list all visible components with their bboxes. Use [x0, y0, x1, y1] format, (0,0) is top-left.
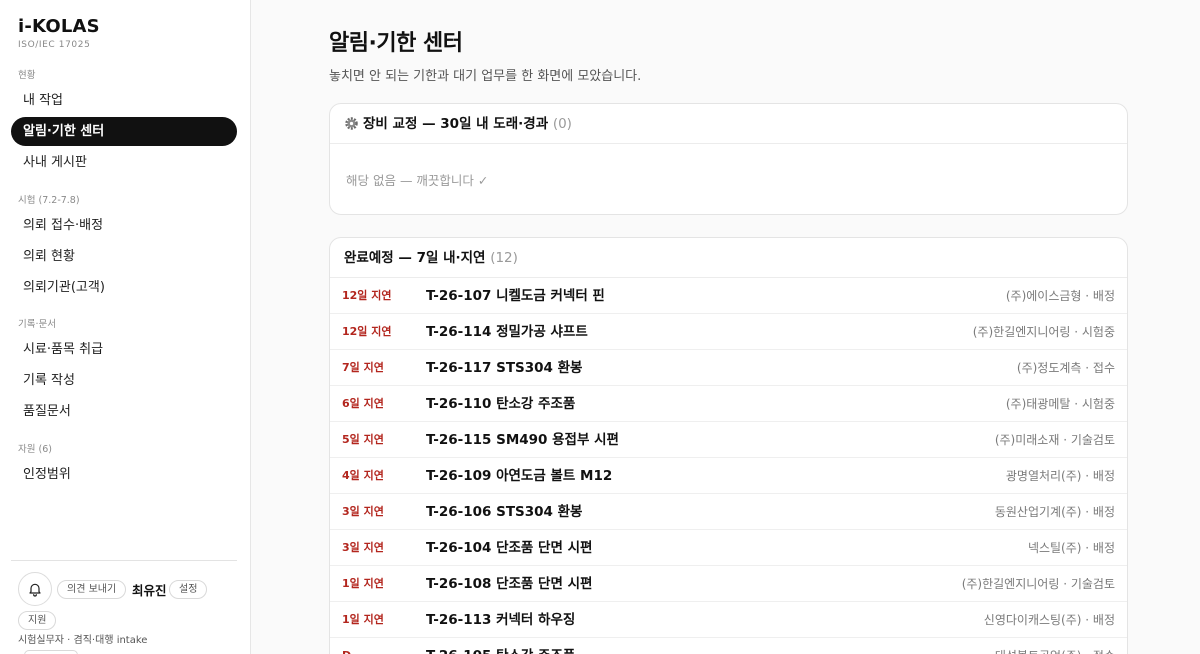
notification-button[interactable]: [18, 572, 52, 606]
list-item[interactable]: D- T-26-105 탄소강 주조품 대성볼트공업(주) · 접수: [330, 638, 1127, 654]
list-item[interactable]: 12일 지연 T-26-114 정밀가공 샤프트 (주)한길엔지니어링 · 시험…: [330, 314, 1127, 350]
list-item[interactable]: 5일 지연 T-26-115 SM490 용접부 시편 (주)미래소재 · 기술…: [330, 422, 1127, 458]
sidebar-item-sample-handling[interactable]: 시료·품목 취급: [11, 335, 237, 364]
sidebar-item-quality-docs[interactable]: 품질문서: [11, 397, 237, 426]
sidebar-item-accreditation-scope[interactable]: 인정범위: [11, 460, 237, 489]
completion-card-header: 완료예정 — 7일 내·지연 (12): [330, 238, 1127, 278]
delay-badge: 3일 지연: [342, 541, 384, 554]
settings-button[interactable]: 설정: [169, 580, 208, 599]
feedback-button[interactable]: 의견 보내기: [57, 580, 127, 599]
support-button[interactable]: 지원: [18, 611, 57, 630]
delay-badge: D-: [342, 638, 356, 654]
equipment-card-count: (0): [552, 116, 572, 132]
list-item[interactable]: 4일 지연 T-26-109 아연도금 볼트 M12 광명열처리(주) · 배정: [330, 458, 1127, 494]
sidebar: i-KOLAS ISO/IEC 17025 현황 내 작업 알림·기한 센터 사…: [0, 0, 251, 654]
sidebar-item-record-writing[interactable]: 기록 작성: [11, 366, 237, 395]
user-name: 최유진: [132, 583, 167, 598]
item-title: T-26-110 탄소강 주조품: [426, 396, 576, 412]
list-item[interactable]: 7일 지연 T-26-117 STS304 환봉 (주)정도계측 · 접수: [330, 350, 1127, 386]
item-meta: 대성볼트공업(주) · 접수: [995, 638, 1115, 654]
delay-badge: 1일 지연: [342, 613, 384, 626]
sidebar-item-clients[interactable]: 의뢰기관(고객): [11, 273, 237, 302]
equipment-calibration-card: 장비 교정 — 30일 내 도래·경과 (0) 해당 없음 — 깨끗합니다 ✓: [329, 103, 1128, 215]
item-title: T-26-115 SM490 용접부 시편: [426, 432, 619, 448]
item-meta: 동원산업기계(주) · 배정: [994, 505, 1115, 519]
delay-badge: 7일 지연: [342, 361, 384, 374]
equipment-card-title: 장비 교정 — 30일 내 도래·경과: [363, 116, 549, 132]
list-item[interactable]: 3일 지연 T-26-104 단조품 단면 시편 넥스틸(주) · 배정: [330, 530, 1127, 566]
brand-title: i-KOLAS: [18, 16, 100, 37]
page-subtitle: 놓치면 안 되는 기한과 대기 업무를 한 화면에 모았습니다.: [329, 69, 642, 84]
item-meta: 넥스틸(주) · 배정: [1027, 541, 1115, 555]
item-title: T-26-109 아연도금 볼트 M12: [426, 468, 613, 484]
item-title: T-26-106 STS304 환봉: [426, 504, 583, 520]
item-title: T-26-107 니켈도금 커넥터 핀: [426, 288, 605, 304]
empty-state: 해당 없음 — 깨끗합니다 ✓: [346, 173, 489, 188]
section-label-resources: 자원 (6): [18, 444, 52, 455]
completion-card-count: (12): [490, 250, 518, 266]
gear-icon: [344, 107, 359, 147]
list-item[interactable]: 12일 지연 T-26-107 니켈도금 커넥터 핀 (주)에이스금형 · 배정: [330, 278, 1127, 314]
brand-subtitle: ISO/IEC 17025: [18, 40, 91, 50]
item-meta: (주)태광메탈 · 시험중: [1005, 397, 1115, 411]
user-role: 시험실무자 · 겸직·대행 intake: [18, 635, 148, 646]
delay-badge: 1일 지연: [342, 577, 384, 590]
completion-card-title: 완료예정 — 7일 내·지연: [344, 250, 486, 266]
item-title: T-26-105 탄소강 주조품: [426, 638, 575, 654]
delay-badge: 12일 지연: [342, 289, 392, 302]
sidebar-item-alerts[interactable]: 알림·기한 센터: [11, 117, 237, 146]
list-item[interactable]: 1일 지연 T-26-108 단조품 단면 시편 (주)한길엔지니어링 · 기술…: [330, 566, 1127, 602]
item-title: T-26-113 커넥터 하우징: [426, 612, 576, 628]
item-meta: 신영다이캐스팅(주) · 배정: [983, 613, 1115, 627]
item-title: T-26-114 정밀가공 샤프트: [426, 324, 588, 340]
list-item[interactable]: 1일 지연 T-26-113 커넥터 하우징 신영다이캐스팅(주) · 배정: [330, 602, 1127, 638]
item-title: T-26-104 단조품 단면 시편: [426, 540, 593, 556]
item-meta: (주)정도계측 · 접수: [1016, 361, 1115, 375]
item-meta: (주)한길엔지니어링 · 시험중: [972, 325, 1115, 339]
sidebar-item-request-status[interactable]: 의뢰 현황: [11, 242, 237, 271]
sidebar-item-request-intake[interactable]: 의뢰 접수·배정: [11, 211, 237, 240]
item-meta: 광명열처리(주) · 배정: [1005, 469, 1115, 483]
sidebar-item-my-tasks[interactable]: 내 작업: [11, 86, 237, 115]
item-meta: (주)미래소재 · 기술검토: [994, 433, 1115, 447]
delay-badge: 5일 지연: [342, 433, 384, 446]
delay-badge: 3일 지연: [342, 505, 384, 518]
footer-pill[interactable]: [24, 650, 78, 654]
page-title: 알림·기한 센터: [329, 31, 463, 56]
item-meta: (주)한길엔지니어링 · 기술검토: [961, 577, 1115, 591]
brand: i-KOLAS ISO/IEC 17025: [18, 16, 100, 50]
delay-badge: 12일 지연: [342, 325, 392, 338]
bell-icon: [29, 583, 41, 597]
item-meta: (주)에이스금형 · 배정: [1005, 289, 1115, 303]
section-label-status: 현황: [18, 70, 36, 81]
equipment-card-header: 장비 교정 — 30일 내 도래·경과 (0): [330, 104, 1127, 144]
completion-due-card: 완료예정 — 7일 내·지연 (12) 12일 지연 T-26-107 니켈도금…: [329, 237, 1128, 654]
sidebar-item-board[interactable]: 사내 게시판: [11, 148, 237, 177]
list-item[interactable]: 3일 지연 T-26-106 STS304 환봉 동원산업기계(주) · 배정: [330, 494, 1127, 530]
section-label-records: 기록·문서: [18, 319, 56, 330]
section-label-testing: 시험 (7.2-7.8): [18, 195, 80, 206]
delay-badge: 4일 지연: [342, 469, 384, 482]
delay-badge: 6일 지연: [342, 397, 384, 410]
main-content: 알림·기한 센터 놓치면 안 되는 기한과 대기 업무를 한 화면에 모았습니다…: [251, 0, 1200, 654]
sidebar-divider: [11, 560, 237, 561]
list-item[interactable]: 6일 지연 T-26-110 탄소강 주조품 (주)태광메탈 · 시험중: [330, 386, 1127, 422]
item-title: T-26-117 STS304 환봉: [426, 360, 583, 376]
item-title: T-26-108 단조품 단면 시편: [426, 576, 593, 592]
